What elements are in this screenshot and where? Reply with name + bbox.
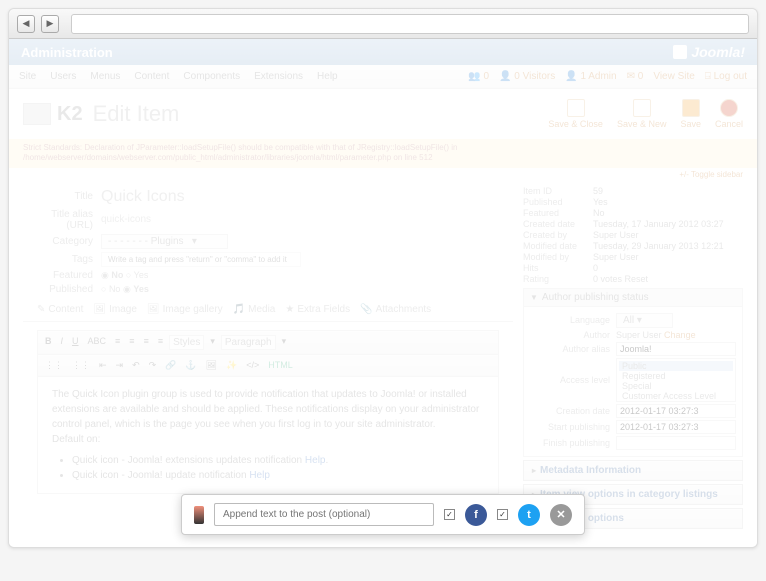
tab-attach[interactable]: 📎 Attachments bbox=[360, 304, 431, 315]
help-link[interactable]: Help bbox=[249, 470, 270, 481]
menu-extensions[interactable]: Extensions bbox=[254, 71, 303, 82]
k2-logo-icon bbox=[23, 103, 51, 125]
share-dialog: ✓ f ✓ t ✕ bbox=[181, 494, 585, 535]
tab-gallery[interactable]: 🖼 Image gallery bbox=[147, 304, 223, 315]
cancel-button[interactable]: Cancel bbox=[715, 99, 743, 129]
accordion-metadata[interactable]: ▸Metadata Information bbox=[523, 460, 743, 481]
category-label: Category bbox=[23, 236, 101, 247]
status-admin[interactable]: 👤 1 Admin bbox=[565, 71, 616, 82]
title-field[interactable]: Quick Icons bbox=[101, 188, 185, 206]
author-panel: LanguageAll ▾ AuthorSuper User Change Au… bbox=[523, 307, 743, 457]
close-dialog-button[interactable]: ✕ bbox=[550, 504, 572, 526]
status-visitors[interactable]: 👤 0 Visitors bbox=[499, 71, 555, 82]
tab-image[interactable]: 🖼 Image bbox=[93, 304, 137, 315]
admin-title: Administration bbox=[21, 45, 113, 60]
help-link[interactable]: Help bbox=[305, 455, 326, 466]
menu-help[interactable]: Help bbox=[317, 71, 338, 82]
url-input[interactable] bbox=[71, 14, 749, 34]
view-site-link[interactable]: View Site bbox=[653, 71, 695, 82]
author-panel-head[interactable]: ▼Author publishing status bbox=[523, 288, 743, 307]
menu-site[interactable]: Site bbox=[19, 71, 36, 82]
menu-content[interactable]: Content bbox=[134, 71, 169, 82]
change-author-link[interactable]: Change bbox=[664, 330, 696, 340]
creation-date-input[interactable] bbox=[616, 404, 736, 418]
content-tabs: ✎ Content 🖼 Image 🖼 Image gallery 🎵 Medi… bbox=[23, 298, 513, 322]
menu-users[interactable]: Users bbox=[50, 71, 76, 82]
tags-label: Tags bbox=[23, 254, 101, 265]
browser-toolbar: ◀ ▶ bbox=[9, 9, 757, 39]
editor-toolbar-2[interactable]: ⋮⋮⋮⋮⇤⇥↶↷🔗⚓🖼✨</>HTML bbox=[38, 355, 498, 377]
twitter-icon[interactable]: t bbox=[518, 504, 540, 526]
item-meta: Item ID59 PublishedYes FeaturedNo Create… bbox=[523, 186, 743, 284]
twitter-checkbox[interactable]: ✓ bbox=[497, 509, 508, 520]
back-button[interactable]: ◀ bbox=[17, 15, 35, 33]
list-item: Quick icon - Joomla! extensions updates … bbox=[72, 453, 484, 468]
page-header: K2 Edit Item Save & Close Save & New Sav… bbox=[9, 89, 757, 139]
italic-icon: I bbox=[58, 335, 67, 350]
tab-content[interactable]: ✎ Content bbox=[37, 304, 83, 315]
save-button[interactable]: Save bbox=[680, 99, 701, 129]
tab-extra[interactable]: ★ Extra Fields bbox=[285, 304, 350, 315]
title-label: Title bbox=[23, 191, 101, 202]
category-select[interactable]: - - - - - - - Plugins ▾ bbox=[101, 234, 228, 249]
author-alias-input[interactable] bbox=[616, 342, 736, 356]
joomla-brand: Joomla! bbox=[673, 44, 745, 60]
published-label: Published bbox=[23, 284, 101, 295]
bold-icon: B bbox=[42, 335, 55, 350]
alias-field[interactable]: quick-icons bbox=[101, 214, 151, 225]
status-users[interactable]: 👥 0 bbox=[468, 71, 489, 82]
logout-link[interactable]: ⍈ Log out bbox=[705, 71, 747, 82]
k2-logo-text: K2 bbox=[57, 103, 83, 126]
editor-body[interactable]: The Quick Icon plugin group is used to p… bbox=[38, 377, 498, 493]
save-new-button[interactable]: Save & New bbox=[617, 99, 667, 129]
finish-publish-input[interactable] bbox=[616, 436, 736, 450]
alias-label: Title alias (URL) bbox=[23, 209, 101, 231]
tab-media[interactable]: 🎵 Media bbox=[233, 304, 276, 315]
facebook-icon[interactable]: f bbox=[465, 504, 487, 526]
underline-icon: U bbox=[69, 335, 82, 350]
toggle-sidebar-link[interactable]: +/- Toggle sidebar bbox=[9, 168, 757, 179]
start-publish-input[interactable] bbox=[616, 420, 736, 434]
buffer-icon bbox=[194, 506, 204, 524]
language-select[interactable]: All ▾ bbox=[616, 313, 673, 328]
share-text-input[interactable] bbox=[214, 503, 434, 526]
rich-text-editor: BIUABC ≡≡≡≡ Styles▾ Paragraph▾ ⋮⋮⋮⋮⇤⇥↶↷🔗… bbox=[37, 330, 499, 494]
featured-radio[interactable]: ◉ No ○ Yes bbox=[101, 270, 148, 281]
tags-input[interactable] bbox=[101, 252, 301, 267]
published-radio[interactable]: ○ No ◉ Yes bbox=[101, 284, 149, 295]
facebook-checkbox[interactable]: ✓ bbox=[444, 509, 455, 520]
joomla-icon bbox=[673, 45, 687, 59]
list-item: Quick icon - Joomla! update notification… bbox=[72, 468, 484, 483]
main-menu: Site Users Menus Content Components Exte… bbox=[9, 65, 757, 89]
access-level-select[interactable]: Public Registered Special Customer Acces… bbox=[616, 358, 736, 402]
admin-header: Administration Joomla! bbox=[9, 39, 757, 65]
featured-label: Featured bbox=[23, 270, 101, 281]
menu-menus[interactable]: Menus bbox=[90, 71, 120, 82]
save-close-button[interactable]: Save & Close bbox=[548, 99, 603, 129]
editor-toolbar[interactable]: BIUABC ≡≡≡≡ Styles▾ Paragraph▾ bbox=[38, 331, 498, 355]
page-title: Edit Item bbox=[93, 101, 180, 127]
forward-button[interactable]: ▶ bbox=[41, 15, 59, 33]
php-warning: Strict Standards: Declaration of JParame… bbox=[9, 139, 757, 168]
menu-components[interactable]: Components bbox=[183, 71, 240, 82]
status-messages[interactable]: ✉ 0 bbox=[627, 71, 644, 82]
